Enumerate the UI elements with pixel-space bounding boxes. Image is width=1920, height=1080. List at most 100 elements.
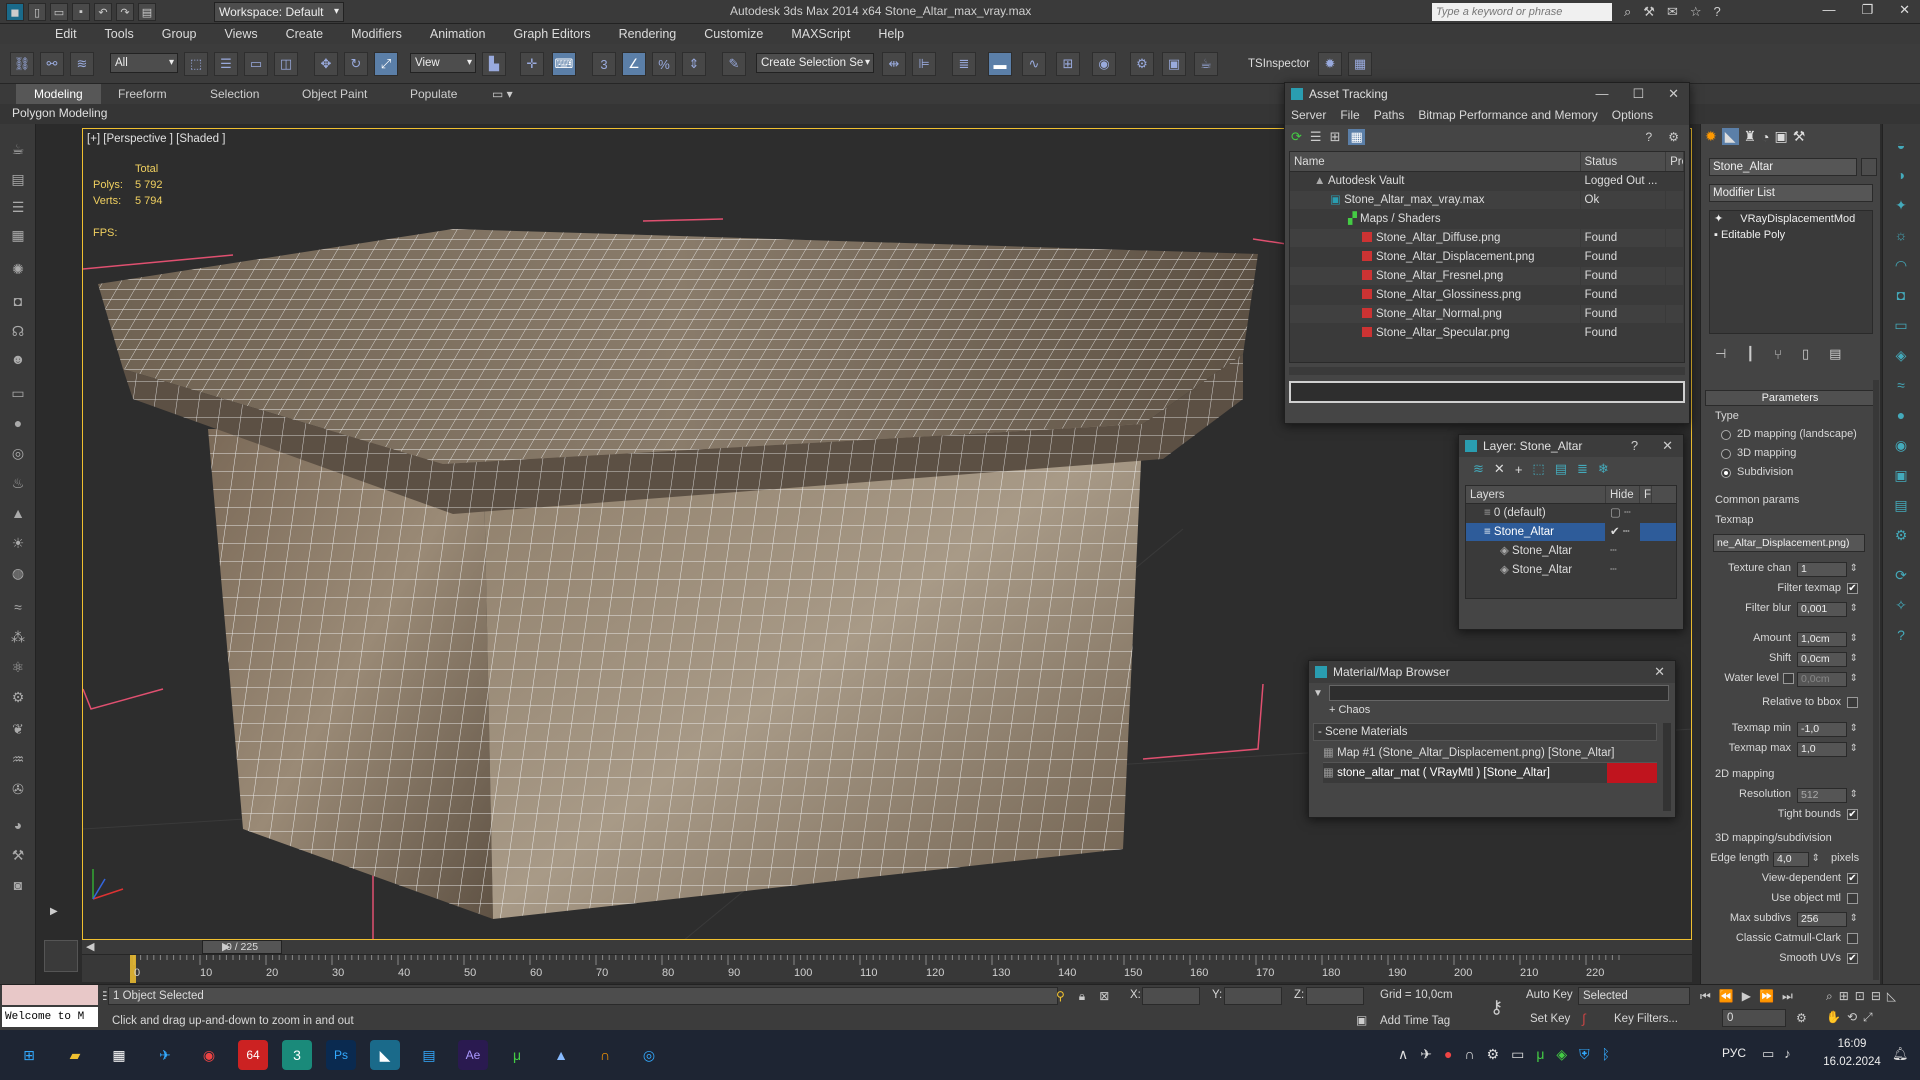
browser-titlebar[interactable]: Material/Map Browser ✕ xyxy=(1309,661,1675,683)
named-selection-dropdown[interactable]: Create Selection Se xyxy=(756,53,874,73)
col-layers[interactable]: Layers xyxy=(1466,486,1606,503)
delete-layer-icon[interactable]: ✕ xyxy=(1494,461,1505,477)
asset-menu-server[interactable]: Server xyxy=(1291,108,1326,122)
time-slider[interactable]: ◀ 0 / 225 ▶ xyxy=(82,940,1692,954)
utilities-tab-icon[interactable]: ⚒ xyxy=(1793,128,1806,145)
hair-fur-icon[interactable]: ♒ xyxy=(6,748,30,770)
amount-spinner[interactable]: 1,0cm xyxy=(1797,632,1858,647)
motion-tab-icon[interactable]: ◔ xyxy=(1761,129,1769,145)
time-config-icon[interactable]: ⚙ xyxy=(1796,1011,1807,1025)
link-icon[interactable]: ⛓ xyxy=(10,52,34,76)
utorrent-icon[interactable]: μ xyxy=(502,1040,532,1070)
clock-date[interactable]: 16.02.2024 xyxy=(1818,1056,1886,1068)
asset-menu-options[interactable]: Options xyxy=(1612,108,1653,122)
x-coord-field[interactable] xyxy=(1142,987,1200,1005)
go-to-end-icon[interactable]: ⏭ xyxy=(1782,989,1793,1004)
table-row[interactable]: Stone_Altar_Specular.png Found xyxy=(1290,324,1684,343)
network-icon[interactable]: ▭ xyxy=(1762,1046,1774,1062)
resolution-spinner[interactable]: 512 xyxy=(1797,788,1858,803)
expand-icon[interactable]: ▪ xyxy=(1714,229,1721,241)
pin-stack-icon[interactable]: ⊣ xyxy=(1715,346,1726,362)
col-pr[interactable]: Pro xyxy=(1666,152,1685,171)
communication-icon[interactable]: ✉ xyxy=(1667,4,1678,20)
current-frame-field[interactable]: 0 xyxy=(1722,1009,1786,1027)
ribbon-tab-freeform[interactable]: Freeform xyxy=(118,84,167,104)
ribbon-toggle-icon[interactable]: ▬ xyxy=(988,52,1012,76)
col-freeze[interactable]: F xyxy=(1640,486,1652,503)
select-object-icon[interactable]: ⬚ xyxy=(184,52,208,76)
layer-row-stone-altar[interactable]: ≡ Stone_Altar ✔ ┄ xyxy=(1466,523,1676,542)
notepad-icon[interactable]: ▤ xyxy=(414,1040,444,1070)
layer-help-button[interactable]: ? xyxy=(1631,438,1638,454)
hair-icon[interactable]: ≈ xyxy=(6,596,30,618)
layer-titlebar[interactable]: Layer: Stone_Altar ? ✕ xyxy=(1459,435,1683,457)
tray-up-icon[interactable]: ∧ xyxy=(1398,1046,1408,1063)
configure-sets-icon[interactable]: ▤ xyxy=(1829,346,1841,362)
ribbon-tab-modeling[interactable]: Modeling xyxy=(16,84,101,104)
menu-edit[interactable]: Edit xyxy=(55,24,91,44)
hierarchy-tab-icon[interactable]: ♜ xyxy=(1744,128,1757,145)
key-icon[interactable]: ⚷ xyxy=(1490,997,1503,1018)
maxscript-listener-input[interactable]: Welcome to M xyxy=(2,1007,98,1027)
tray-nvidia-icon[interactable]: ◈ xyxy=(1556,1046,1567,1063)
object-color-swatch[interactable] xyxy=(1861,158,1877,176)
layer-close-button[interactable]: ✕ xyxy=(1662,438,1673,454)
texmap-button[interactable]: ne_Altar_Displacement.png) xyxy=(1713,534,1865,552)
teapot2-icon[interactable]: ♨ xyxy=(6,472,30,494)
freeze-all-icon[interactable]: ❄ xyxy=(1598,461,1609,477)
favorites-star-icon[interactable]: ☆ xyxy=(1690,4,1702,20)
sphere-icon[interactable]: ● xyxy=(6,412,30,434)
nurbs-icon[interactable]: ✇ xyxy=(6,778,30,800)
polygon-modeling-label[interactable]: Polygon Modeling xyxy=(12,104,107,122)
list-item[interactable]: ▦ Map #1 (Stone_Altar_Displacement.png) … xyxy=(1323,743,1657,763)
photoshop-icon[interactable]: Ps xyxy=(326,1040,356,1070)
create-tab-icon[interactable]: ✹ xyxy=(1705,128,1717,145)
selection-filter-dropdown[interactable]: All xyxy=(110,53,178,73)
auto-key-button[interactable]: Auto Key xyxy=(1526,989,1573,1001)
table-row[interactable]: Stone_Altar_Normal.png Found xyxy=(1290,305,1684,324)
display-tab-icon[interactable]: ▣ xyxy=(1775,128,1788,145)
tray-utorrent-icon[interactable]: μ xyxy=(1536,1046,1544,1063)
key-filters-button[interactable]: Key Filters... xyxy=(1614,1013,1678,1025)
texture-chan-spinner[interactable]: 1 xyxy=(1797,562,1858,577)
y-coord-field[interactable] xyxy=(1224,987,1282,1005)
fov-icon[interactable]: ◺ xyxy=(1887,989,1896,1004)
plane-icon[interactable]: ▭ xyxy=(6,382,30,404)
table-row[interactable]: Stone_Altar_Diffuse.png Found xyxy=(1290,229,1684,248)
table-row[interactable]: ▲ Autodesk Vault Logged Out ... xyxy=(1290,172,1684,191)
edit-named-selection-icon[interactable]: ✎ xyxy=(722,52,746,76)
set-key-curve-icon[interactable]: ∫ xyxy=(1582,1011,1586,1026)
new-file-icon[interactable]: ▯ xyxy=(28,3,46,21)
tsinspector-gear-icon[interactable]: ✹ xyxy=(1318,52,1342,76)
zoom-extents-icon[interactable]: ⊡ xyxy=(1855,989,1865,1004)
menu-create[interactable]: Create xyxy=(286,24,338,44)
new-layer-icon[interactable]: ≋ xyxy=(1473,461,1484,477)
menu-group[interactable]: Group xyxy=(162,24,211,44)
app-64-icon[interactable]: 64 xyxy=(238,1040,268,1070)
max-subdivs-spinner[interactable]: 256 xyxy=(1797,912,1858,927)
make-unique-icon[interactable]: ⑂ xyxy=(1774,347,1782,362)
col-name[interactable]: Name xyxy=(1290,152,1581,171)
view-dependent-checkbox[interactable]: ✔ xyxy=(1847,873,1858,884)
3dsmax-icon-a[interactable]: 3 xyxy=(282,1040,312,1070)
menu-customize[interactable]: Customize xyxy=(704,24,777,44)
menu-help[interactable]: Help xyxy=(878,24,918,44)
asset-help-icon[interactable]: ? xyxy=(1646,130,1653,144)
vray-sun-icon[interactable]: ☼ xyxy=(1889,224,1913,246)
catmull-clark-checkbox[interactable] xyxy=(1847,933,1858,944)
water-level-spinner[interactable]: 0,0cm xyxy=(1797,672,1858,687)
ribbon-tab-selection[interactable]: Selection xyxy=(210,84,259,104)
relative-bbox-checkbox[interactable] xyxy=(1847,697,1858,708)
menu-rendering[interactable]: Rendering xyxy=(619,24,691,44)
absolute-mode-icon[interactable]: ⊠ xyxy=(1099,989,1109,1004)
plant-icon[interactable]: ❦ xyxy=(6,718,30,740)
asset-path-field[interactable] xyxy=(1289,381,1685,403)
radio-2d-mapping[interactable] xyxy=(1721,430,1731,440)
3dsmax-icon-b[interactable]: ◣ xyxy=(370,1040,400,1070)
prev-frame-icon[interactable]: ⏪ xyxy=(1719,989,1734,1004)
ribbon-tab-object-paint[interactable]: Object Paint xyxy=(302,84,367,104)
angle-snap-icon[interactable]: ∠ xyxy=(622,52,646,76)
bind-spacewarp-icon[interactable]: ≋ xyxy=(70,52,94,76)
camera-app-icon[interactable]: ◎ xyxy=(634,1040,664,1070)
move-icon[interactable]: ✥ xyxy=(314,52,338,76)
